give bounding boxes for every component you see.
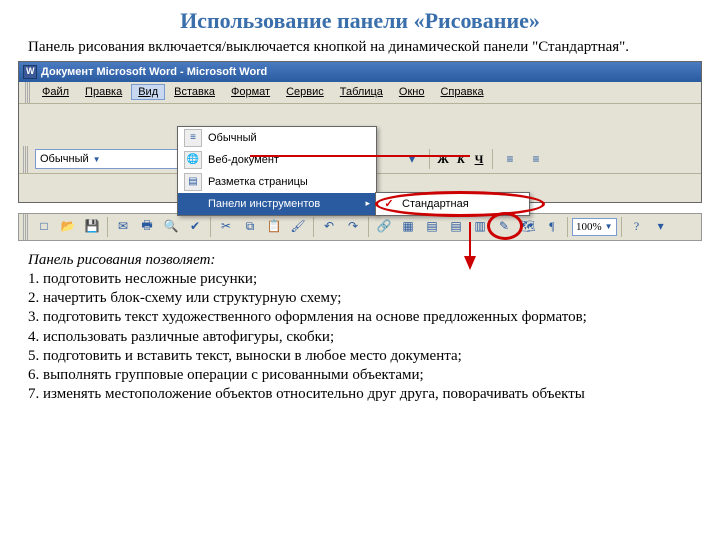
open-icon[interactable]: 📂 xyxy=(57,216,79,238)
capability-item: 2. начертить блок-схему или структурную … xyxy=(28,289,692,308)
capability-item: 3. подготовить текст художественного офо… xyxy=(28,308,692,327)
web-view-icon: 🌐 xyxy=(184,151,202,169)
separator xyxy=(567,217,568,237)
align-right-icon[interactable]: ≡ xyxy=(525,148,547,170)
print-icon[interactable]: 🖶 xyxy=(136,216,158,238)
help-icon[interactable]: ? xyxy=(626,216,648,238)
menu-help[interactable]: Справка xyxy=(433,84,490,100)
redo-icon[interactable]: ↷ xyxy=(342,216,364,238)
italic-button[interactable]: К xyxy=(454,148,468,170)
view-toolbars[interactable]: Панели инструментов ▸ xyxy=(178,193,376,215)
separator xyxy=(210,217,211,237)
submenu-arrow-icon: ▸ xyxy=(365,198,370,209)
menu-table[interactable]: Таблица xyxy=(333,84,390,100)
cut-icon[interactable]: ✂ xyxy=(215,216,237,238)
document-map-icon[interactable]: 🗺 xyxy=(517,216,539,238)
menu-format[interactable]: Формат xyxy=(224,84,277,100)
show-paragraph-icon[interactable]: ¶ xyxy=(541,216,563,238)
style-combo[interactable]: Обычный▼ xyxy=(35,149,195,169)
menu-file[interactable]: Файл xyxy=(35,84,76,100)
underline-button[interactable]: Ч xyxy=(472,148,486,170)
chevron-down-icon[interactable]: ▾ xyxy=(401,148,423,170)
separator xyxy=(313,217,314,237)
menu-service[interactable]: Сервис xyxy=(279,84,331,100)
titlebar: Документ Microsoft Word - Microsoft Word xyxy=(19,62,701,82)
capability-item: 4. использовать различные автофигуры, ск… xyxy=(28,328,692,347)
menubar: Файл Правка Вид Вставка Формат Сервис Та… xyxy=(19,82,701,104)
standard-toolbar: □ 📂 💾 ✉ 🖶 🔍 ✔ ✂ ⧉ 📋 🖌 ↶ ↷ 🔗 ▦ ▤ ▤ ▥ ✎ 🗺 … xyxy=(18,213,702,241)
normal-view-icon: ≡ xyxy=(184,129,202,147)
capability-item: 7. изменять местоположение объектов отно… xyxy=(28,385,692,404)
description: Панель рисования позволяет: 1. подготови… xyxy=(0,241,720,411)
capability-item: 6. выполнять групповые операции с рисова… xyxy=(28,366,692,385)
view-normal[interactable]: ≡ Обычный xyxy=(178,127,376,149)
view-dropdown: ≡ Обычный 🌐 Веб-документ ▤ Разметка стра… xyxy=(177,126,377,216)
grip xyxy=(25,82,31,103)
bold-button[interactable]: Ж xyxy=(436,148,450,170)
slide-title: Использование панели «Рисование» xyxy=(0,0,720,38)
check-icon: ✓ xyxy=(382,197,396,211)
description-lead: Панель рисования позволяет: xyxy=(28,251,692,270)
menu-window[interactable]: Окно xyxy=(392,84,432,100)
undo-icon[interactable]: ↶ xyxy=(318,216,340,238)
view-page-layout[interactable]: ▤ Разметка страницы xyxy=(178,171,376,193)
preview-icon[interactable]: 🔍 xyxy=(160,216,182,238)
spellcheck-icon[interactable]: ✔ xyxy=(184,216,206,238)
copy-icon[interactable]: ⧉ xyxy=(239,216,261,238)
mail-icon[interactable]: ✉ xyxy=(112,216,134,238)
separator xyxy=(107,217,108,237)
new-doc-icon[interactable]: □ xyxy=(33,216,55,238)
capability-item: 1. подготовить несложные рисунки; xyxy=(28,270,692,289)
word-icon xyxy=(23,65,37,79)
drawing-toolbar-button[interactable]: ✎ xyxy=(493,216,515,238)
excel-icon[interactable]: ▤ xyxy=(445,216,467,238)
align-left-icon[interactable]: ≡ xyxy=(499,148,521,170)
save-icon[interactable]: 💾 xyxy=(81,216,103,238)
toolbars-submenu: ✓ Стандартная xyxy=(375,192,530,216)
grip xyxy=(23,214,29,240)
menu-view[interactable]: Вид xyxy=(131,84,165,100)
separator xyxy=(368,217,369,237)
insert-table-icon[interactable]: ▤ xyxy=(421,216,443,238)
hyperlink-icon[interactable]: 🔗 xyxy=(373,216,395,238)
columns-icon[interactable]: ▥ xyxy=(469,216,491,238)
menu-insert[interactable]: Вставка xyxy=(167,84,222,100)
capability-item: 5. подготовить и вставить текст, выноски… xyxy=(28,347,692,366)
separator xyxy=(429,149,430,169)
window-title: Документ Microsoft Word - Microsoft Word xyxy=(41,66,267,78)
slide-intro: Панель рисования включается/выключается … xyxy=(0,38,720,61)
menu-edit[interactable]: Правка xyxy=(78,84,129,100)
format-painter-icon[interactable]: 🖌 xyxy=(287,216,309,238)
submenu-standard[interactable]: ✓ Стандартная xyxy=(376,193,529,215)
toolbar-options-icon[interactable]: ▾ xyxy=(650,216,672,238)
view-web[interactable]: 🌐 Веб-документ xyxy=(178,149,376,171)
tables-icon[interactable]: ▦ xyxy=(397,216,419,238)
word-app-window: Документ Microsoft Word - Microsoft Word… xyxy=(18,61,702,203)
separator xyxy=(621,217,622,237)
grip xyxy=(23,146,29,173)
separator xyxy=(492,149,493,169)
layout-view-icon: ▤ xyxy=(184,173,202,191)
paste-icon[interactable]: 📋 xyxy=(263,216,285,238)
zoom-combo[interactable]: 100%▼ xyxy=(572,218,617,236)
